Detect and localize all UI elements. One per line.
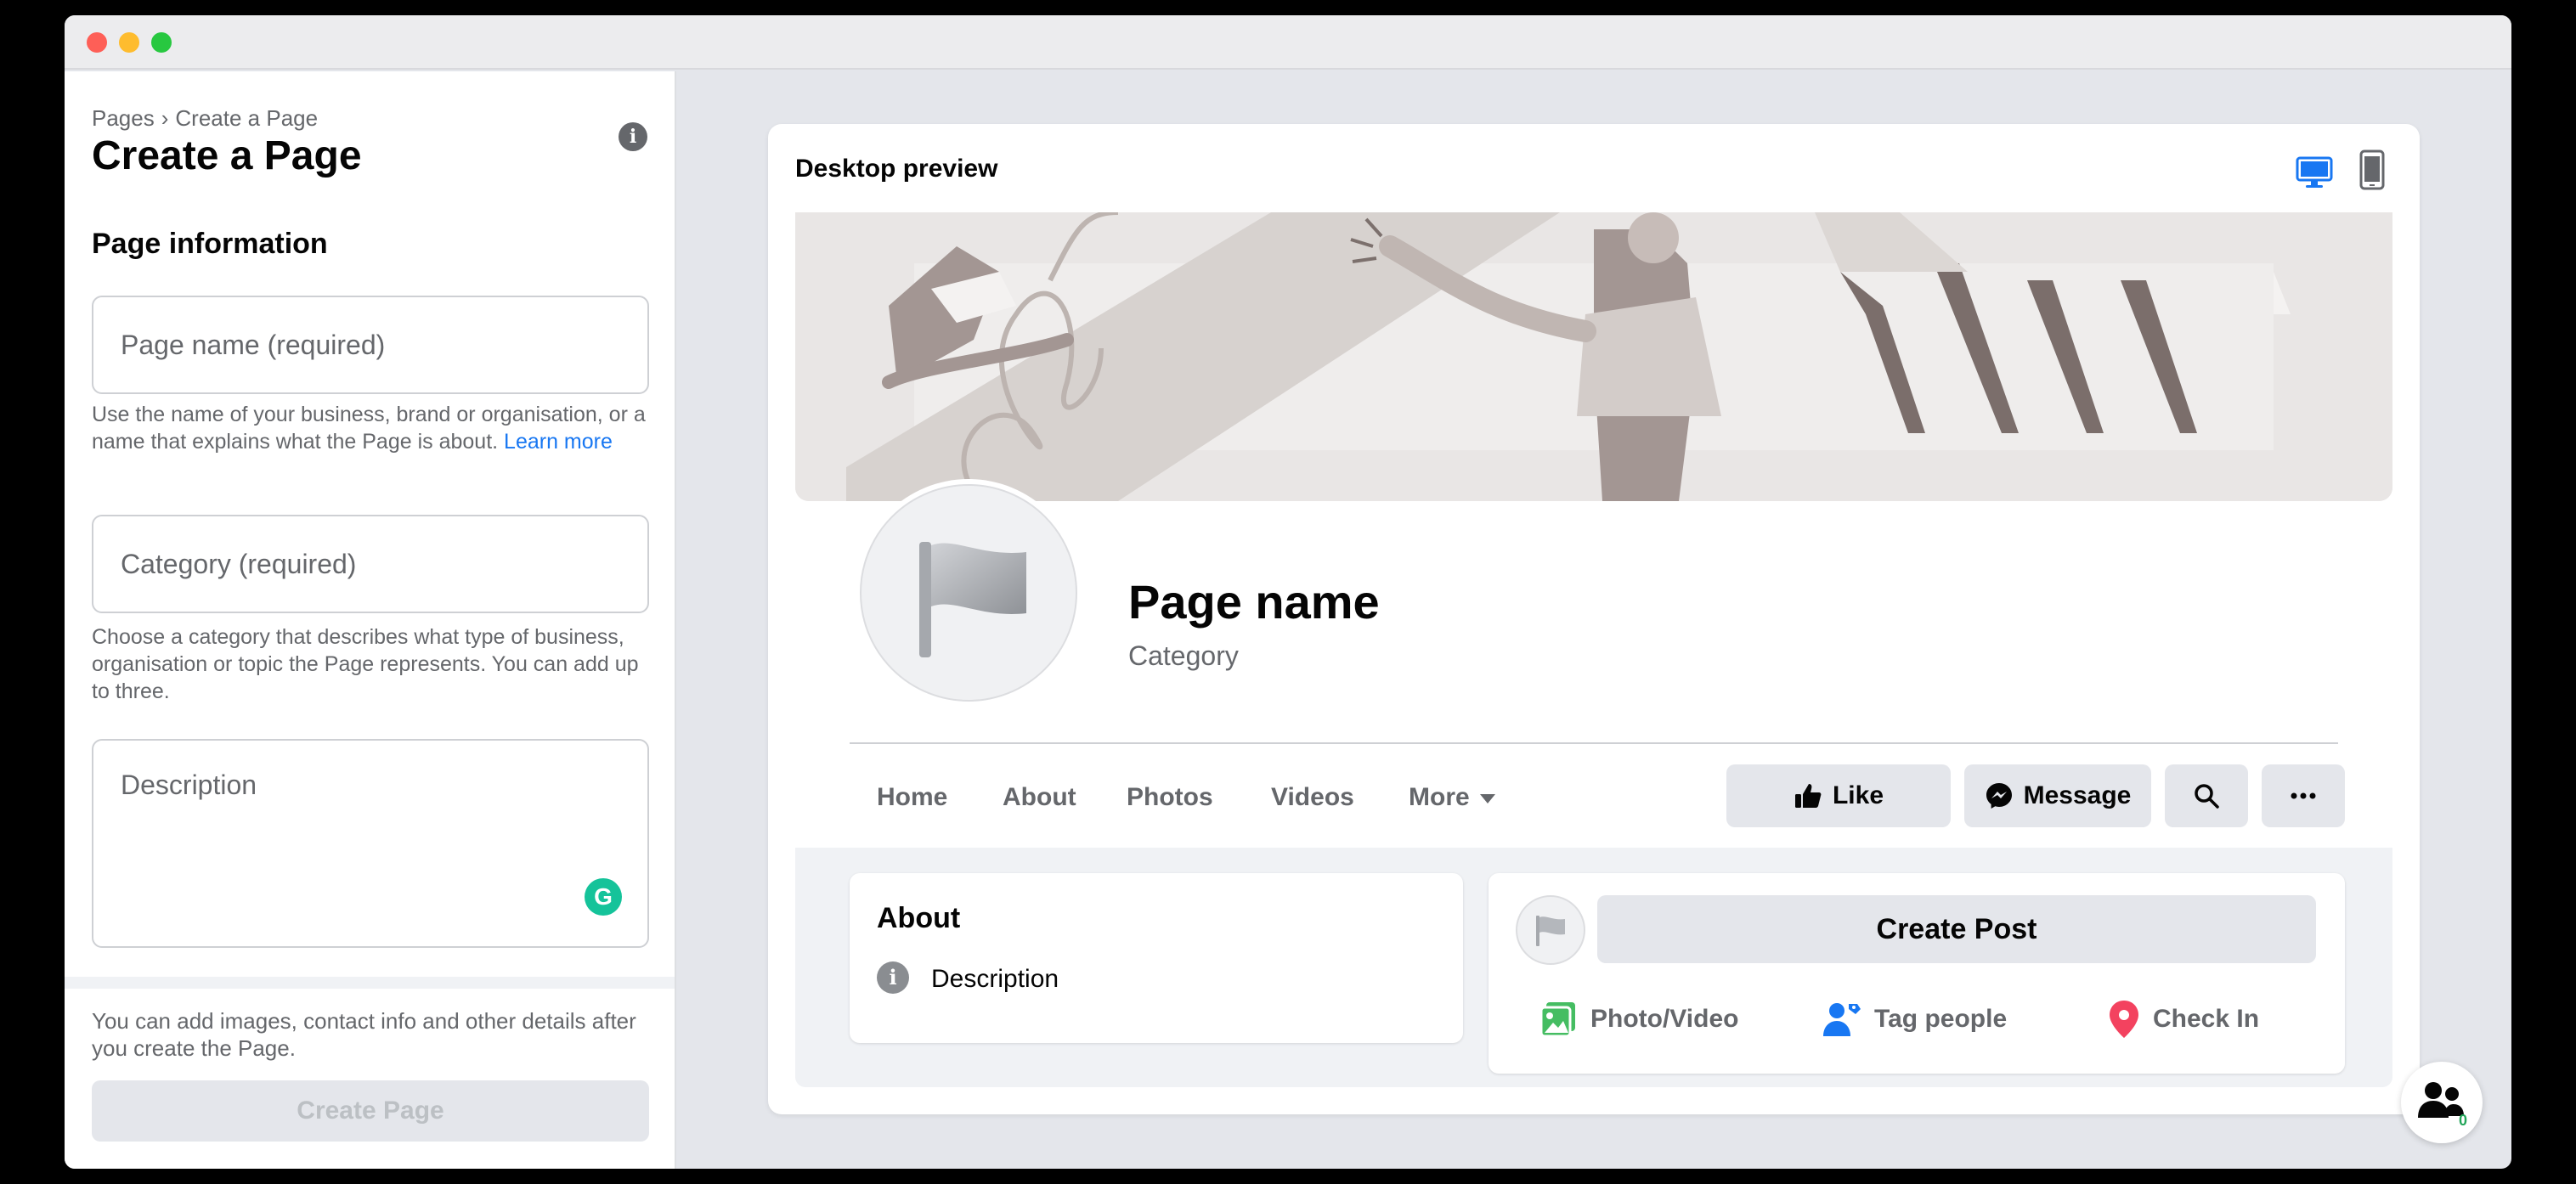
location-pin-icon xyxy=(2110,1001,2138,1038)
message-button[interactable]: Message xyxy=(1964,764,2151,827)
messenger-icon xyxy=(1986,783,2012,809)
cover-illustration xyxy=(795,212,2392,501)
info-circle-icon: i xyxy=(877,961,909,994)
preview-title: Desktop preview xyxy=(795,155,998,183)
breadcrumb-current: Create a Page xyxy=(175,105,319,131)
flag-icon xyxy=(1536,916,1565,946)
tab-home[interactable]: Home xyxy=(877,783,947,812)
page-name-help-text: Use the name of your business, brand or … xyxy=(92,401,661,455)
close-window-button[interactable] xyxy=(87,32,107,53)
app-window: Pages › Create a Page Create a Page i Page… xyxy=(65,15,2511,1169)
tag-people-icon xyxy=(1823,1003,1861,1036)
photo-video-label: Photo/Video xyxy=(1590,1005,1739,1033)
page-name-input[interactable] xyxy=(93,297,647,392)
about-description: Description xyxy=(931,965,1059,993)
create-page-button[interactable]: Create Page xyxy=(92,1080,649,1142)
tag-people-label: Tag people xyxy=(1874,1005,2008,1033)
zoom-window-button[interactable] xyxy=(151,32,172,53)
breadcrumb: Pages › Create a Page xyxy=(92,105,318,132)
minimize-window-button[interactable] xyxy=(119,32,139,53)
people-count-badge: 0 xyxy=(2458,1112,2467,1129)
preview-page-name: Page name xyxy=(1128,575,1380,629)
preview-card: Desktop preview Page name Category Home … xyxy=(768,124,2420,1114)
people-float-button[interactable]: 0 xyxy=(2401,1062,2483,1143)
search-icon xyxy=(2195,784,2219,809)
composer-avatar xyxy=(1516,895,1585,965)
footer-note: You can add images, contact info and oth… xyxy=(92,1008,636,1061)
search-button[interactable] xyxy=(2165,764,2248,827)
thumbs-up-icon xyxy=(1794,784,1822,808)
tab-photos[interactable]: Photos xyxy=(1127,783,1213,812)
about-card: About i Description xyxy=(850,873,1463,1043)
category-field-wrapper xyxy=(92,515,649,613)
breadcrumb-separator: › xyxy=(161,105,169,131)
composer-card: Create Post Photo/Video Tag people Check… xyxy=(1489,873,2345,1074)
learn-more-link[interactable]: Learn more xyxy=(504,430,613,454)
like-label: Like xyxy=(1832,781,1884,809)
create-page-panel: Pages › Create a Page Create a Page i Page… xyxy=(65,71,676,1169)
cover-photo-illustration xyxy=(795,212,2392,501)
ellipsis-icon xyxy=(2291,792,2316,799)
tab-videos[interactable]: Videos xyxy=(1271,783,1354,812)
create-post-button[interactable]: Create Post xyxy=(1597,895,2316,963)
title-bar xyxy=(65,15,2511,70)
flag-icon xyxy=(919,542,1026,657)
profile-picture-frame xyxy=(860,484,1077,702)
tab-bar-divider xyxy=(850,742,2338,744)
section-title: Page information xyxy=(92,228,328,260)
grammarly-icon[interactable]: G xyxy=(585,878,622,916)
more-options-button[interactable] xyxy=(2262,764,2345,827)
preview-category: Category xyxy=(1128,640,1239,671)
desktop-preview-icon[interactable] xyxy=(2296,153,2333,190)
about-title: About xyxy=(877,902,961,934)
check-in-label: Check In xyxy=(2153,1005,2260,1033)
description-input[interactable] xyxy=(93,741,647,946)
page-title: Create a Page xyxy=(92,133,362,178)
info-icon[interactable]: i xyxy=(619,122,647,151)
check-in-action[interactable]: Check In xyxy=(2107,999,2259,1040)
photo-video-icon xyxy=(1539,1002,1575,1038)
tab-about[interactable]: About xyxy=(1003,783,1076,812)
category-help-text: Choose a category that describes what ty… xyxy=(92,625,639,703)
section-divider xyxy=(65,977,675,989)
page-name-field-wrapper xyxy=(92,296,649,394)
like-button[interactable]: Like xyxy=(1726,764,1951,827)
tab-more[interactable]: More xyxy=(1409,783,1495,812)
breadcrumb-pages-link[interactable]: Pages xyxy=(92,105,155,131)
tab-more-label: More xyxy=(1409,783,1470,811)
people-icon xyxy=(2418,1082,2464,1118)
description-field-wrapper: G xyxy=(92,739,649,948)
tag-people-action[interactable]: Tag people xyxy=(1822,999,2007,1040)
category-input[interactable] xyxy=(93,516,647,612)
caret-down-icon xyxy=(1479,793,1495,803)
mobile-preview-icon[interactable] xyxy=(2357,149,2387,190)
message-label: Message xyxy=(2023,781,2132,809)
profile-picture xyxy=(855,479,1082,707)
photo-video-action[interactable]: Photo/Video xyxy=(1538,999,1738,1040)
